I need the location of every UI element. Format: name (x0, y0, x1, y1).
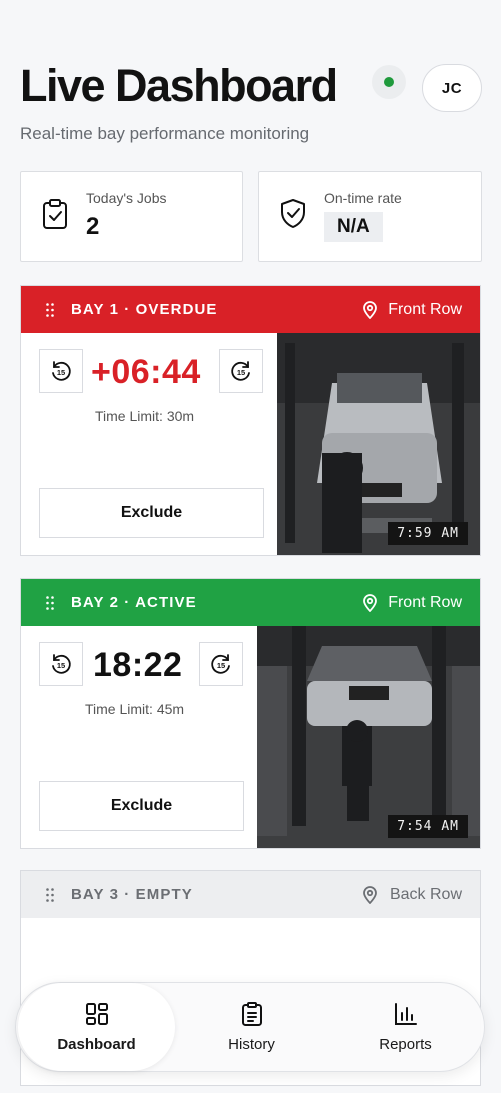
bottom-nav: Dashboard History Reports (15, 982, 485, 1072)
svg-text:15: 15 (57, 661, 65, 670)
stat-card-todays-jobs: Today's Jobs 2 (20, 171, 243, 262)
bay-card-1: BAY 1 · OVERDUE Front Row 15 +06:44 15 T… (20, 285, 481, 556)
user-avatar-button[interactable]: JC (422, 64, 482, 112)
time-limit-label: Time Limit: 45m (85, 701, 185, 717)
bay-title: BAY 1 · OVERDUE (71, 301, 218, 318)
stat-card-on-time-rate: On-time rate N/A (258, 171, 482, 262)
stat-value: N/A (324, 212, 383, 242)
drag-handle-icon[interactable] (46, 888, 54, 902)
nav-reports[interactable]: Reports (327, 983, 484, 1071)
bay-title: BAY 3 · EMPTY (71, 886, 193, 903)
stat-value: 2 (86, 213, 100, 240)
rewind-15-icon: 15 (52, 361, 71, 381)
camera-timestamp: 7:59 AM (388, 522, 468, 545)
bay-title: BAY 2 · ACTIVE (71, 594, 197, 611)
bar-chart-icon (394, 1003, 417, 1025)
clipboard-check-icon (43, 199, 67, 229)
live-dot-icon (384, 77, 394, 87)
bay-header: BAY 1 · OVERDUE Front Row (21, 286, 480, 333)
shield-check-icon (281, 199, 305, 228)
camera-feed[interactable]: 7:59 AM (277, 333, 480, 555)
bay-body: 15 18:22 15 Time Limit: 45m Exclude 7:54… (21, 626, 480, 848)
dashboard-grid-icon (85, 1003, 108, 1025)
page-subtitle: Real-time bay performance monitoring (20, 124, 310, 143)
rewind-15-button[interactable]: 15 (39, 642, 83, 686)
exclude-button[interactable]: Exclude (39, 488, 264, 538)
bay-body: 15 +06:44 15 Time Limit: 30m Exclude 7:5… (21, 333, 480, 555)
exclude-button[interactable]: Exclude (39, 781, 244, 831)
bay-header: BAY 2 · ACTIVE Front Row (21, 579, 480, 626)
location-pin-icon (363, 886, 377, 904)
forward-15-icon: 15 (211, 654, 230, 674)
svg-text:15: 15 (217, 661, 225, 670)
nav-label: Dashboard (57, 1036, 136, 1053)
camera-timestamp: 7:54 AM (388, 815, 468, 838)
camera-feed[interactable]: 7:54 AM (257, 626, 480, 848)
forward-15-icon: 15 (231, 361, 250, 381)
forward-15-button[interactable]: 15 (199, 642, 243, 686)
drag-handle-icon[interactable] (46, 303, 54, 317)
svg-text:15: 15 (237, 368, 245, 377)
rewind-15-icon: 15 (52, 654, 71, 674)
location-pin-icon (363, 301, 377, 319)
page-title: Live Dashboard (20, 60, 338, 111)
bay-timer: 18:22 (93, 646, 183, 684)
bay-location: Front Row (388, 300, 462, 318)
location-pin-icon (363, 594, 377, 612)
page-header: Live Dashboard JC (20, 58, 482, 118)
bay-location: Back Row (389, 885, 462, 903)
live-status-indicator (372, 65, 406, 99)
bay-header: BAY 3 · EMPTY Back Row (21, 871, 480, 918)
nav-dashboard[interactable]: Dashboard (18, 983, 175, 1071)
nav-history[interactable]: History (173, 983, 330, 1071)
rewind-15-button[interactable]: 15 (39, 349, 83, 393)
stat-label: Today's Jobs (86, 190, 167, 206)
bay-card-2: BAY 2 · ACTIVE Front Row 15 18:22 15 Tim… (20, 578, 481, 849)
clipboard-list-icon (241, 1002, 262, 1026)
time-limit-label: Time Limit: 30m (95, 408, 195, 424)
drag-handle-icon[interactable] (46, 596, 54, 610)
svg-text:15: 15 (57, 368, 65, 377)
stat-label: On-time rate (324, 190, 402, 206)
bay-location: Front Row (388, 593, 462, 611)
nav-label: History (228, 1036, 275, 1053)
bay-timer: +06:44 (91, 353, 201, 391)
nav-label: Reports (379, 1036, 432, 1053)
forward-15-button[interactable]: 15 (219, 349, 263, 393)
